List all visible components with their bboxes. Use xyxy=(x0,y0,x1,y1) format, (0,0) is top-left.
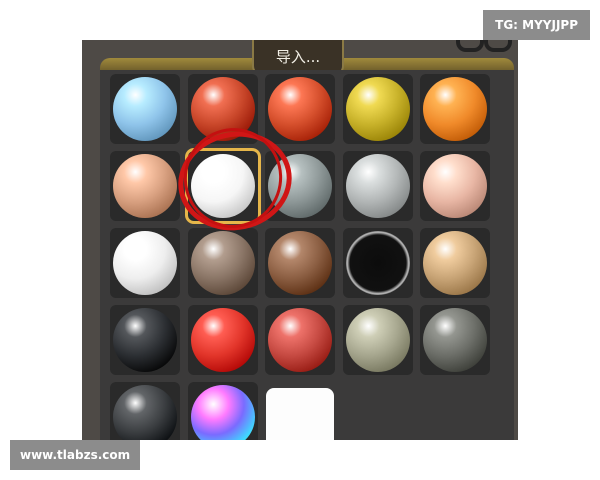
matcap-sky-blue-sphere xyxy=(113,77,177,141)
watermark-url: www.tlabzs.com xyxy=(10,440,141,470)
matcap-tan-sphere xyxy=(423,231,487,295)
matcap-skin-pink-sphere xyxy=(423,154,487,218)
material-cell-matcap-sky-blue[interactable] xyxy=(110,74,180,144)
watermark-tg: TG: MYYJJPP xyxy=(483,10,590,40)
matcap-black-gloss-sphere xyxy=(113,308,177,372)
matcap-black-rim-sphere xyxy=(345,231,410,295)
material-cell-matcap-red-gloss[interactable] xyxy=(187,305,258,375)
matcap-red-matte-sphere xyxy=(268,308,332,372)
matcap-brown-sphere xyxy=(268,231,332,295)
material-cell-matcap-black-dark[interactable] xyxy=(110,382,180,440)
material-cell-matcap-black-gloss[interactable] xyxy=(110,305,180,375)
material-cell-matcap-silver[interactable] xyxy=(342,151,413,221)
matcap-olive-gray-sphere xyxy=(345,308,410,372)
matcap-rainbow-sphere xyxy=(190,385,255,440)
matcap-black-dark-sphere xyxy=(113,385,177,440)
matcap-skin-dark-sphere xyxy=(113,154,177,218)
material-cell-matcap-orange-red[interactable] xyxy=(265,74,335,144)
material-tile-white[interactable] xyxy=(266,388,334,440)
material-cell-matcap-tan[interactable] xyxy=(420,228,490,298)
matcap-grid xyxy=(100,70,514,440)
matcap-dark-gray-sphere xyxy=(423,308,487,372)
material-cell-matcap-white-soft[interactable] xyxy=(110,228,180,298)
material-cell-matcap-black-rim[interactable] xyxy=(342,228,413,298)
material-cell-matcap-dark-gray[interactable] xyxy=(420,305,490,375)
matcap-brown-gray-sphere xyxy=(190,231,255,295)
material-cell-matcap-gold-black[interactable] xyxy=(342,74,413,144)
material-cell-matcap-skin-dark[interactable] xyxy=(110,151,180,221)
right-bracket-icon xyxy=(484,40,512,52)
material-cell-matcap-orange[interactable] xyxy=(420,74,490,144)
material-cell-matcap-rainbow[interactable] xyxy=(187,382,258,440)
matcap-silver-sphere xyxy=(345,154,410,218)
material-cell-matcap-brown-gray[interactable] xyxy=(187,228,258,298)
material-cell-matcap-skin-pink[interactable] xyxy=(420,151,490,221)
corner-icons xyxy=(456,40,516,52)
material-cell-matcap-olive-gray[interactable] xyxy=(342,305,413,375)
matcap-picker-panel: 导入... xyxy=(82,40,518,440)
matcap-white-soft-sphere xyxy=(113,231,177,295)
matcap-red-gloss-sphere xyxy=(190,308,255,372)
material-cell-matcap-red-matte[interactable] xyxy=(265,305,335,375)
left-bracket-icon xyxy=(456,40,484,52)
matcap-gold-black-sphere xyxy=(345,77,410,141)
material-cell-matcap-brown[interactable] xyxy=(265,228,335,298)
matcap-orange-sphere xyxy=(423,77,487,141)
matcap-orange-red-sphere xyxy=(268,77,332,141)
